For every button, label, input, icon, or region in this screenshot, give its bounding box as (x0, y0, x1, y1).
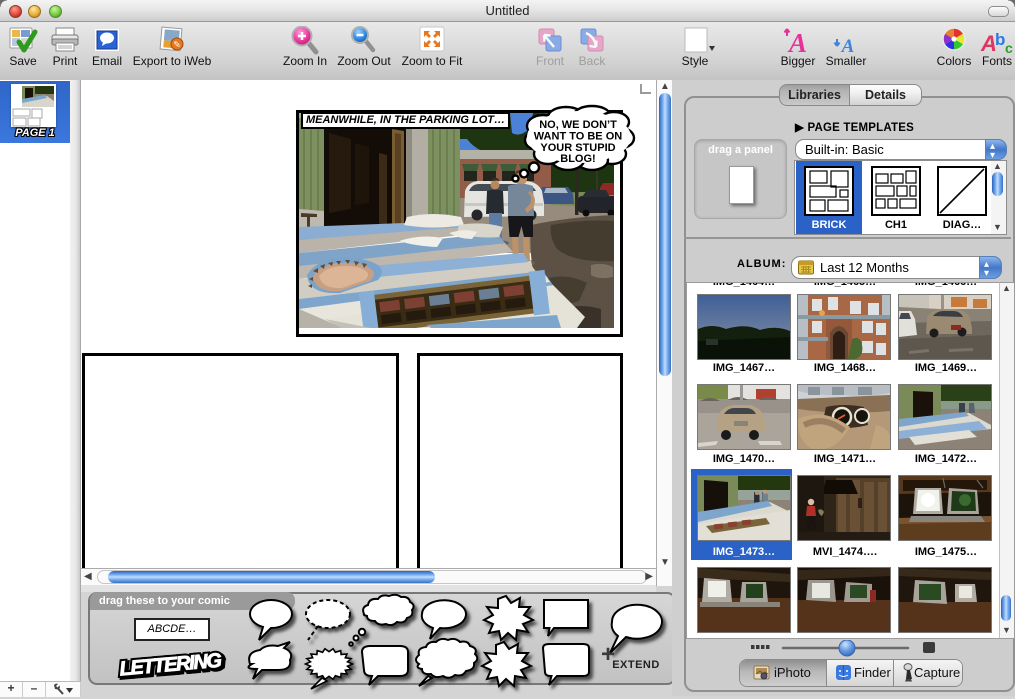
svg-text:NO, WE DON’T: NO, WE DON’T (539, 119, 617, 131)
svg-text:EXTEND: EXTEND (612, 659, 660, 671)
svg-text:BLOG!: BLOG! (560, 153, 595, 165)
svg-text:A: A (841, 36, 855, 56)
svg-text:A: A (787, 28, 807, 56)
svg-text:b: b (995, 30, 1005, 49)
svg-text:LETTERING: LETTERING (119, 650, 223, 680)
svg-text:WANT TO BE ON: WANT TO BE ON (534, 131, 622, 143)
svg-text:✎: ✎ (173, 40, 181, 50)
